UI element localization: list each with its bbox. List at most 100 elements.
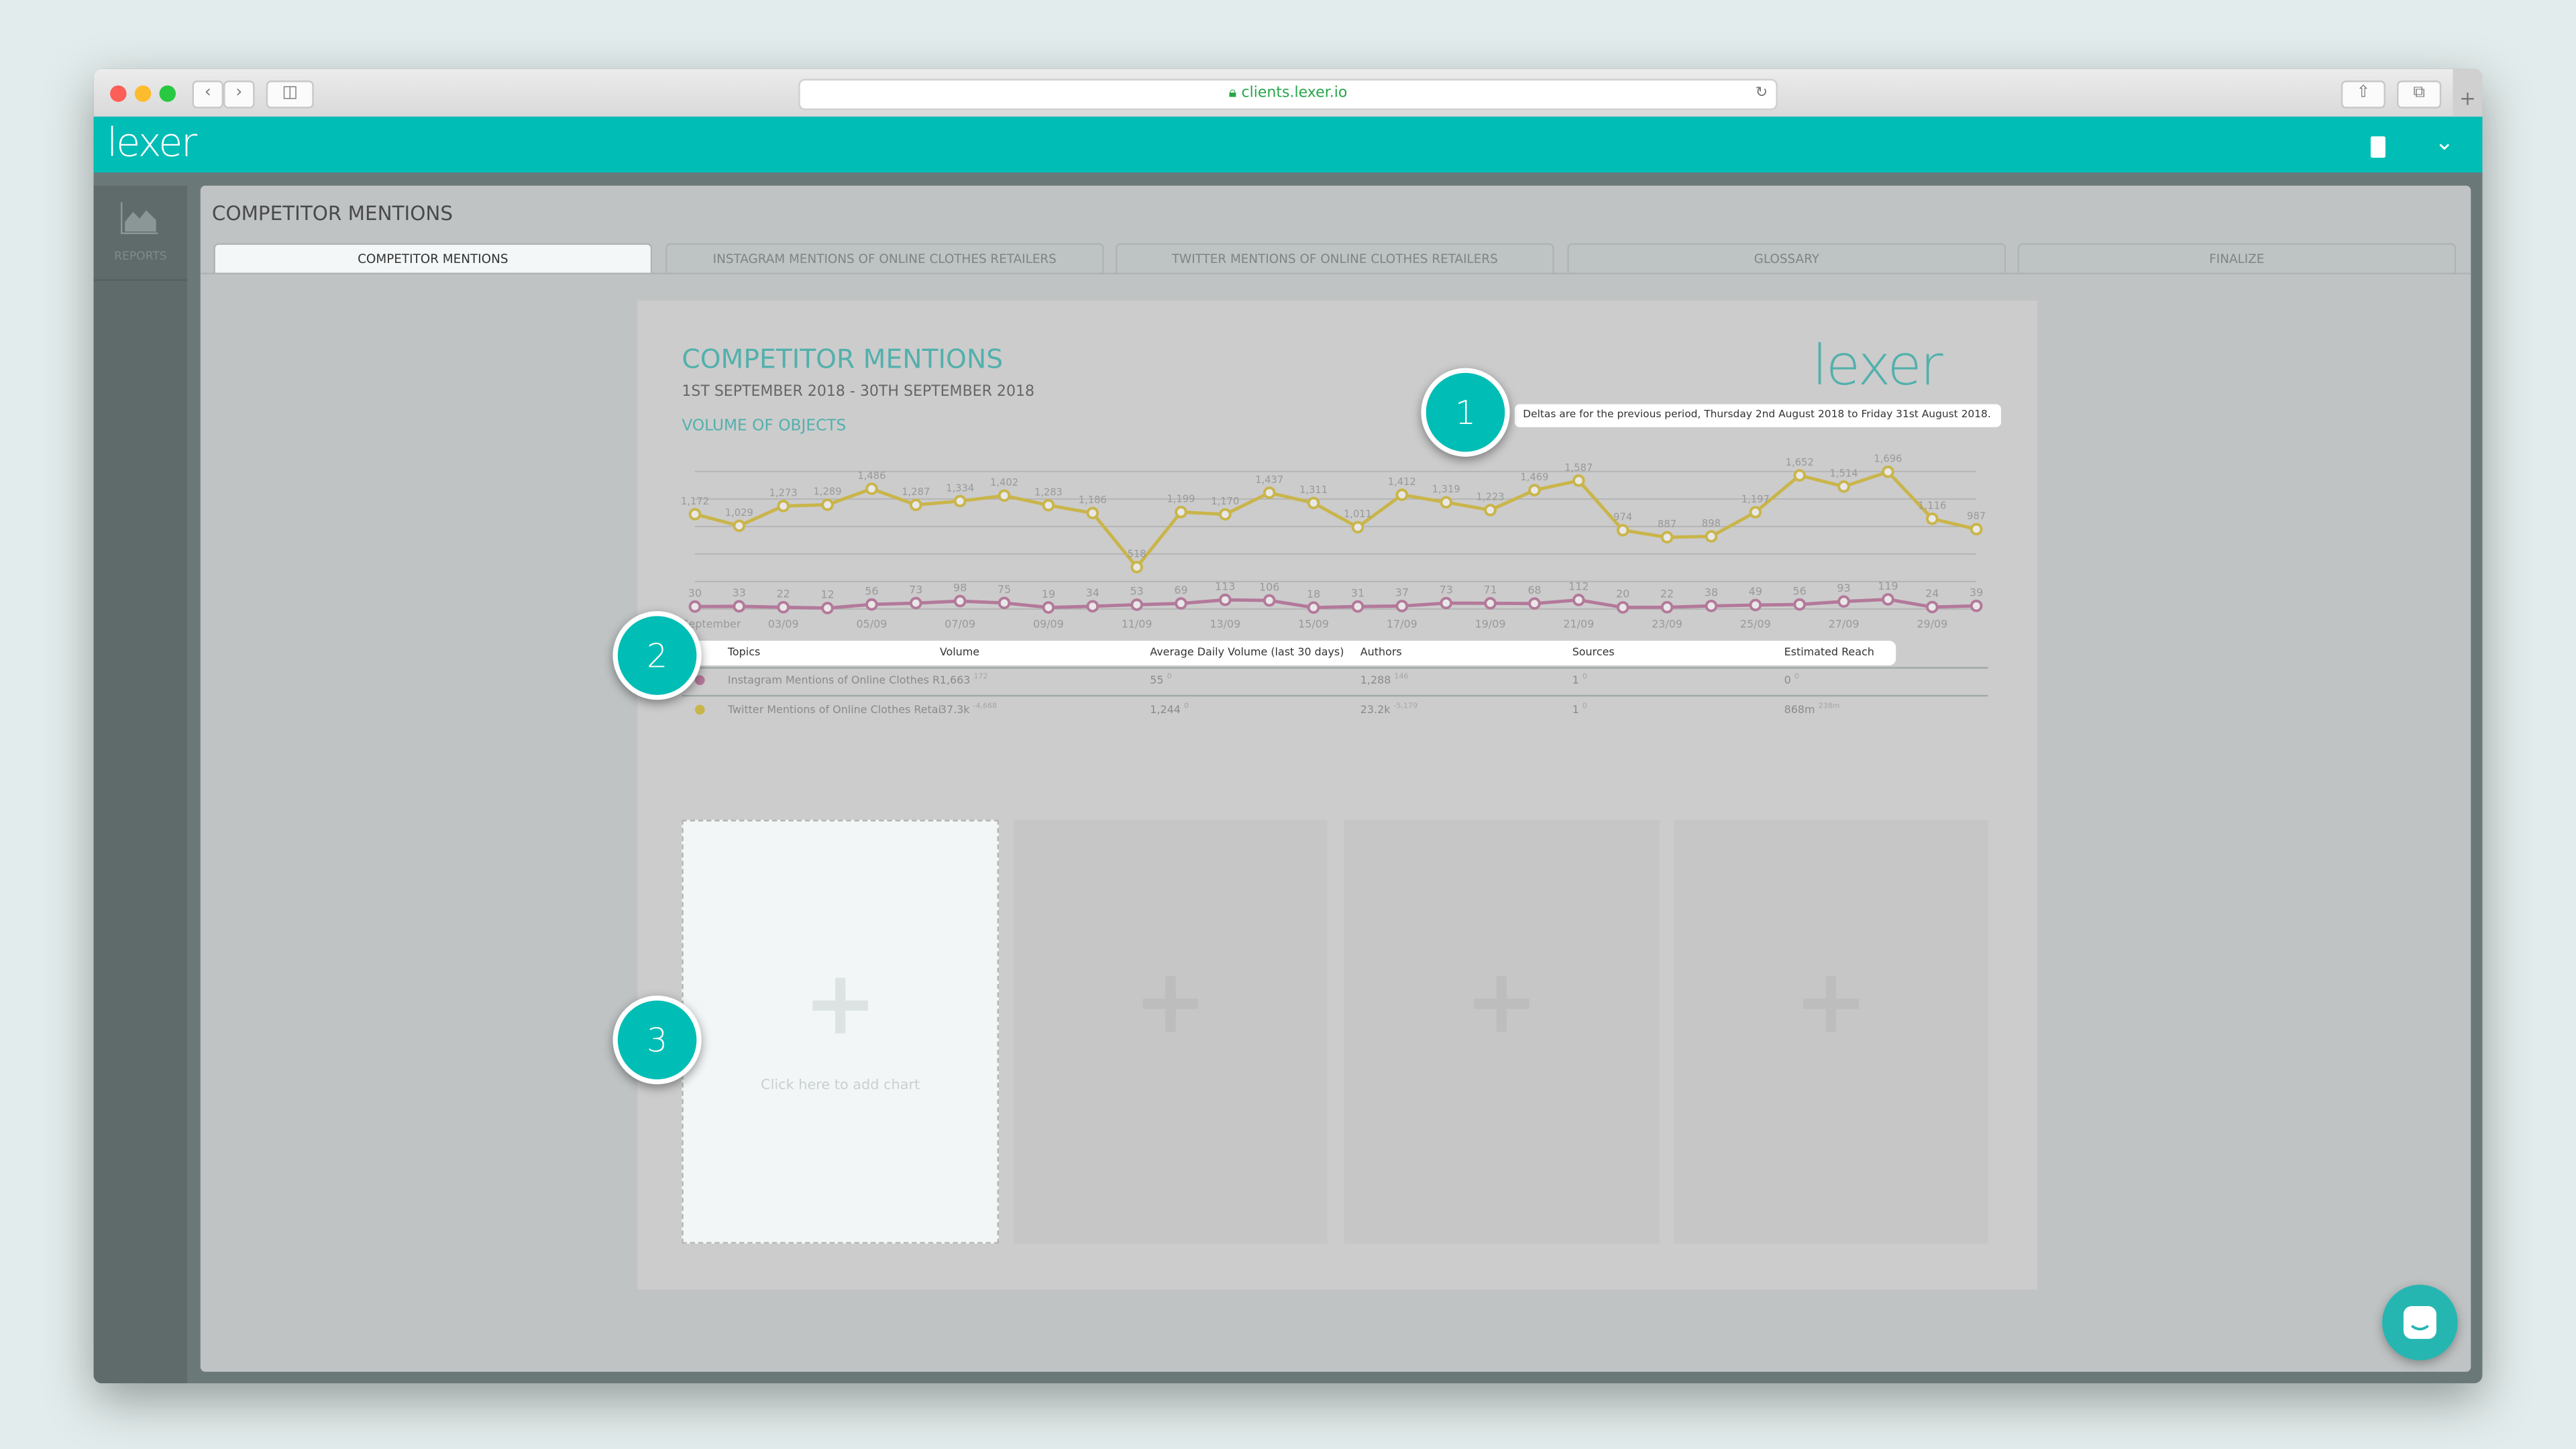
- data-point: [1175, 505, 1187, 519]
- header-authors: Authors: [1360, 645, 1402, 659]
- header-topics: Topics: [727, 645, 761, 659]
- address-bar[interactable]: 🔒︎ clients.lexer.io ↻: [798, 78, 1778, 111]
- chat-button[interactable]: [2382, 1285, 2458, 1360]
- data-label: 22: [777, 587, 790, 600]
- minimize-window-button[interactable]: [134, 85, 152, 102]
- x-tick-label: 25/09: [1740, 618, 1771, 631]
- x-tick-label: 13/09: [1210, 618, 1240, 631]
- data-point: [1042, 498, 1055, 512]
- chat-icon: [2403, 1305, 2436, 1339]
- data-label: 1,029: [725, 507, 753, 519]
- data-label: 69: [1174, 584, 1187, 596]
- maximize-window-button[interactable]: [159, 85, 176, 102]
- tab-twitter-mentions[interactable]: TWITTER MENTIONS OF ONLINE CLOTHES RETAI…: [1115, 243, 1554, 274]
- data-label: 1,587: [1564, 462, 1593, 474]
- x-tick-label: 11/09: [1122, 618, 1152, 631]
- sidebar-toggle-icon[interactable]: ◫: [266, 80, 314, 109]
- header-estimated-reach: Estimated Reach: [1784, 645, 1874, 659]
- volume-cell: 37.3k -4,668: [940, 703, 997, 716]
- browser-toolbar: ‹ › ◫ 🔒︎ clients.lexer.io ↻ ⇧ ⧉ +: [93, 68, 2483, 119]
- delta: 0: [1582, 703, 1587, 712]
- url-text: clients.lexer.io: [1241, 85, 1348, 102]
- chevron-down-icon[interactable]: ⌄: [2434, 129, 2454, 156]
- chart-slot[interactable]: +: [1674, 820, 1988, 1244]
- tab-instagram-mentions[interactable]: INSTAGRAM MENTIONS OF ONLINE CLOTHES RET…: [665, 243, 1104, 274]
- data-point: [1219, 593, 1232, 606]
- header-volume: Volume: [939, 645, 980, 659]
- data-label: 30: [688, 587, 702, 600]
- delta: 146: [1394, 674, 1409, 682]
- data-label: 18: [1307, 588, 1320, 600]
- value: 1,244: [1150, 703, 1181, 717]
- delta: 238m: [1818, 703, 1840, 712]
- data-point: [865, 482, 878, 495]
- value: 868m: [1784, 703, 1815, 717]
- building-icon[interactable]: [2370, 136, 2385, 158]
- data-label: 1,514: [1830, 468, 1858, 480]
- add-chart-slot[interactable]: + Click here to add chart: [682, 820, 999, 1244]
- new-tab-button[interactable]: +: [2453, 68, 2483, 117]
- data-point: [953, 594, 967, 608]
- tab-competitor-mentions[interactable]: COMPETITOR MENTIONS: [213, 243, 653, 274]
- data-point: [865, 598, 878, 611]
- x-tick-label: 19/09: [1475, 618, 1506, 631]
- sidebar-item-reports[interactable]: REPORTS: [93, 186, 188, 281]
- data-label: 31: [1351, 586, 1364, 599]
- data-point: [1882, 466, 1894, 478]
- report-logo: lexer: [1812, 333, 1943, 400]
- data-label: 56: [1793, 584, 1807, 597]
- data-point: [1263, 486, 1276, 499]
- back-icon[interactable]: ‹: [192, 80, 224, 109]
- data-label: 73: [909, 583, 922, 596]
- x-tick-label: 17/09: [1387, 618, 1417, 631]
- data-point: [1351, 600, 1364, 613]
- data-point: [733, 519, 746, 533]
- share-icon[interactable]: ⇧: [2341, 80, 2385, 109]
- value: 55: [1150, 674, 1164, 688]
- data-point: [1882, 593, 1894, 606]
- data-label: 93: [1837, 582, 1850, 594]
- data-label: 53: [1130, 585, 1143, 598]
- data-point: [1528, 484, 1541, 497]
- data-point: [1705, 599, 1718, 612]
- screen: ‹ › ◫ 🔒︎ clients.lexer.io ↻ ⇧ ⧉ + lexer ⌄…: [0, 0, 2576, 1449]
- data-label: 24: [1925, 587, 1939, 600]
- delta: 0: [1167, 674, 1172, 682]
- sources-cell: 1 0: [1572, 703, 1587, 716]
- data-label: 1,172: [681, 496, 709, 507]
- data-label: 1,273: [769, 488, 798, 499]
- data-point: [1307, 601, 1320, 614]
- data-label: 37: [1395, 586, 1409, 599]
- x-tick-label: 07/09: [945, 618, 975, 631]
- forward-icon[interactable]: ›: [223, 80, 255, 109]
- chart-slot[interactable]: +: [1014, 820, 1328, 1244]
- reload-icon[interactable]: ↻: [1756, 80, 1768, 109]
- data-point: [1484, 504, 1497, 517]
- delta: -5,179: [1393, 703, 1418, 712]
- series-line: [694, 598, 1977, 610]
- page-title: COMPETITOR MENTIONS: [211, 202, 453, 225]
- data-point: [1925, 600, 1939, 614]
- app-header: lexer ⌄: [93, 116, 2483, 173]
- data-label: 987: [1967, 511, 1986, 522]
- chart-slot[interactable]: +: [1344, 820, 1660, 1244]
- data-point: [1572, 474, 1585, 487]
- data-label: 1,334: [946, 482, 974, 494]
- lexer-logo[interactable]: lexer: [107, 120, 197, 166]
- data-point: [1130, 598, 1143, 611]
- data-point: [998, 489, 1011, 502]
- close-window-button[interactable]: [110, 85, 127, 102]
- data-label: 1,652: [1786, 457, 1814, 468]
- data-label: 1,402: [990, 477, 1018, 488]
- tab-finalize[interactable]: FINALIZE: [2017, 243, 2457, 274]
- data-label: 1,311: [1299, 484, 1328, 496]
- value: 1: [1572, 674, 1579, 688]
- data-label: 898: [1702, 518, 1721, 529]
- reach-cell: 868m 238m: [1784, 703, 1840, 716]
- tab-glossary[interactable]: GLOSSARY: [1567, 243, 2006, 274]
- data-point: [1307, 496, 1320, 510]
- callout-marker-1: 1: [1421, 368, 1510, 457]
- tabs-icon[interactable]: ⧉: [2397, 80, 2442, 109]
- data-label: 1,199: [1167, 494, 1195, 505]
- report-date-range: 1ST SEPTEMBER 2018 - 30TH SEPTEMBER 2018: [682, 384, 1035, 401]
